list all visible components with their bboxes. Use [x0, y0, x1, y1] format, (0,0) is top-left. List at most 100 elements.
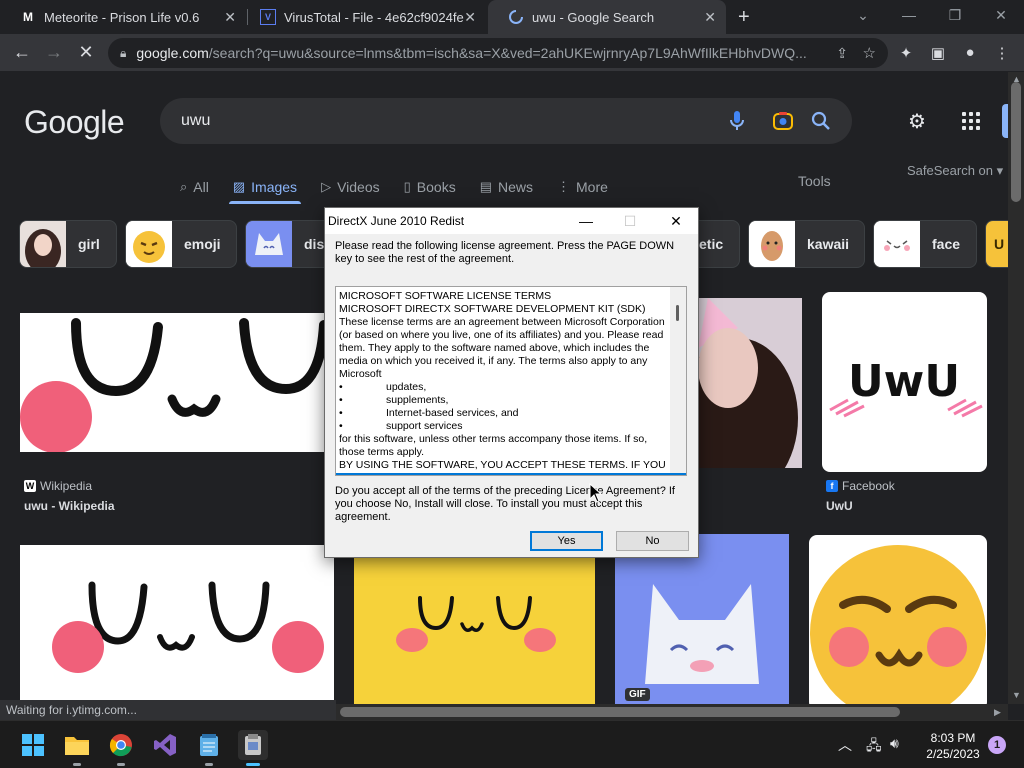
- chrome-icon[interactable]: [106, 730, 136, 766]
- profile-avatar-icon[interactable]: ●: [960, 44, 980, 61]
- show-hidden-icons-chevron-icon[interactable]: ︿: [838, 735, 852, 755]
- tab-meteorite[interactable]: M Meteorite - Prison Life v0.6 ✕: [0, 0, 246, 34]
- url-text[interactable]: google.com/search?q=uwu&source=lnms&tbm=…: [136, 45, 816, 61]
- google-apps-grid-icon[interactable]: [962, 112, 980, 130]
- tab-books[interactable]: ▯ Books: [404, 172, 456, 202]
- tab-google-search[interactable]: uwu - Google Search ✕: [488, 0, 726, 34]
- screen: M Meteorite - Prison Life v0.6 ✕ V Virus…: [0, 0, 1024, 768]
- tab-virustotal[interactable]: V VirusTotal - File - 4e62cf9024fe8c ✕: [240, 0, 486, 34]
- file-explorer-icon[interactable]: [62, 730, 92, 766]
- chip-disc[interactable]: disc: [245, 220, 335, 268]
- discord-cat-image: [615, 534, 789, 704]
- volume-icon[interactable]: 🔊︎: [890, 735, 899, 752]
- search-input[interactable]: [181, 112, 701, 130]
- tab-all[interactable]: ⌕ All: [180, 172, 209, 202]
- image-result-discord-gif[interactable]: GIF: [615, 534, 789, 704]
- vertical-scrollbar-thumb[interactable]: [1011, 82, 1021, 202]
- yes-button[interactable]: Yes: [530, 531, 603, 551]
- image-result-uwu-blush[interactable]: [20, 545, 334, 704]
- new-tab-button[interactable]: +: [738, 6, 750, 29]
- notepad-icon[interactable]: [194, 730, 224, 766]
- license-scrollbar-thumb[interactable]: [676, 305, 679, 321]
- google-logo[interactable]: Google: [24, 104, 125, 141]
- installer-app-icon[interactable]: [238, 730, 268, 766]
- facebook-favicon-icon: f: [826, 480, 838, 492]
- chip-emoji[interactable]: emoji: [125, 220, 237, 268]
- dialog-titlebar: DirectX June 2010 Redist — ☐ ✕: [325, 208, 698, 234]
- vertical-scrollbar[interactable]: ▲ ▼: [1008, 72, 1024, 704]
- tab-videos[interactable]: ▷ Videos: [321, 172, 380, 202]
- microphone-icon[interactable]: [730, 110, 744, 137]
- share-icon[interactable]: ⇪: [836, 45, 848, 62]
- network-icon[interactable]: 🖧︎: [866, 735, 882, 759]
- tab-more[interactable]: ⋮ More: [557, 172, 608, 202]
- search-box[interactable]: [160, 98, 852, 144]
- uwu-facebook-image: UwU: [829, 356, 983, 418]
- google-lens-icon[interactable]: [772, 110, 794, 137]
- tab-news[interactable]: ▤ News: [480, 172, 533, 202]
- minimize-icon[interactable]: —: [886, 0, 932, 30]
- visual-studio-icon[interactable]: [150, 730, 180, 760]
- maximize-icon[interactable]: ☐: [608, 208, 652, 234]
- tab-title: Meteorite - Prison Life v0.6: [44, 9, 200, 25]
- horizontal-scrollbar-thumb[interactable]: [340, 707, 900, 717]
- forward-arrow-icon[interactable]: →: [42, 42, 66, 63]
- close-window-icon[interactable]: ✕: [978, 0, 1024, 30]
- back-arrow-icon[interactable]: ←: [10, 42, 34, 63]
- chip-kawaii[interactable]: kawaii: [748, 220, 865, 268]
- license-bullet: • Internet-based services, and: [339, 407, 669, 420]
- image-result-wikipedia[interactable]: [20, 313, 334, 452]
- license-textbox[interactable]: MICROSOFT SOFTWARE LICENSE TERMS MICROSO…: [335, 286, 687, 476]
- image-result-uwu-yellow[interactable]: [354, 558, 595, 704]
- close-tab-icon[interactable]: ✕: [224, 9, 236, 26]
- bookmark-star-icon[interactable]: ☆: [863, 44, 876, 62]
- restore-icon[interactable]: ❐: [932, 0, 978, 30]
- license-paragraph: for this software, unless other terms ac…: [339, 433, 648, 458]
- start-windows-icon[interactable]: [18, 730, 48, 760]
- chip-label: girl: [78, 236, 100, 252]
- tab-title: VirusTotal - File - 4e62cf9024fe8c: [284, 9, 464, 25]
- chip-label: emoji: [184, 236, 221, 252]
- close-icon[interactable]: ✕: [654, 208, 698, 234]
- close-tab-icon[interactable]: ✕: [704, 9, 716, 26]
- stop-loading-icon[interactable]: ✕: [74, 42, 98, 63]
- side-panel-icon[interactable]: ▣: [928, 44, 948, 62]
- safesearch-toggle[interactable]: SafeSearch on ▾: [907, 163, 1003, 179]
- bullet-mark: •: [339, 394, 343, 406]
- tools-button[interactable]: Tools: [798, 173, 831, 189]
- license-scrollbar[interactable]: [670, 287, 686, 475]
- wikipedia-favicon-icon: W: [24, 480, 36, 492]
- minimize-icon[interactable]: —: [564, 208, 608, 234]
- tab-images[interactable]: ▨ Images: [228, 172, 302, 204]
- chip-girl[interactable]: girl: [19, 220, 117, 268]
- extensions-puzzle-icon[interactable]: ✦: [896, 44, 916, 62]
- result-title[interactable]: UwU: [826, 499, 853, 513]
- image-result-cat-ears-girl[interactable]: [698, 298, 802, 468]
- no-button[interactable]: No: [616, 531, 689, 551]
- system-clock[interactable]: 8:03 PM 2/25/2023: [918, 730, 988, 762]
- tab-label: Videos: [337, 179, 380, 195]
- result-title[interactable]: uwu - Wikipedia: [24, 499, 115, 513]
- search-icon[interactable]: [810, 110, 832, 137]
- image-result-facebook[interactable]: UwU: [822, 292, 987, 472]
- scroll-right-arrow-icon[interactable]: ▶: [994, 707, 1001, 718]
- horizontal-scrollbar[interactable]: ▶: [336, 704, 1008, 720]
- running-indicator: [205, 763, 213, 766]
- virustotal-favicon-icon: V: [260, 9, 276, 25]
- result-source: W Wikipedia: [24, 479, 92, 493]
- tab-search-chevron-icon[interactable]: ⌄: [840, 0, 886, 30]
- uwu-art-text: UwU: [848, 356, 960, 407]
- chip-more[interactable]: U: [985, 220, 1008, 268]
- chip-face[interactable]: face: [873, 220, 977, 268]
- address-bar[interactable]: 🔒︎ google.com/search?q=uwu&source=lnms&t…: [108, 38, 888, 68]
- dialog-intro-text: Please read the following license agreem…: [335, 240, 675, 265]
- image-result-uwu-emoji[interactable]: [809, 535, 987, 704]
- chevron-down-icon: ▾: [996, 163, 1004, 178]
- scroll-down-arrow-icon[interactable]: ▼: [1012, 690, 1021, 700]
- settings-gear-icon[interactable]: ⚙: [908, 109, 926, 134]
- close-tab-icon[interactable]: ✕: [464, 9, 476, 26]
- play-icon: ▷: [321, 179, 332, 194]
- browser-menu-icon[interactable]: ⋮: [992, 44, 1012, 62]
- notification-badge[interactable]: 1: [988, 736, 1006, 754]
- browser-toolbar: ← → ✕ 🔒︎ google.com/search?q=uwu&source=…: [0, 34, 1024, 72]
